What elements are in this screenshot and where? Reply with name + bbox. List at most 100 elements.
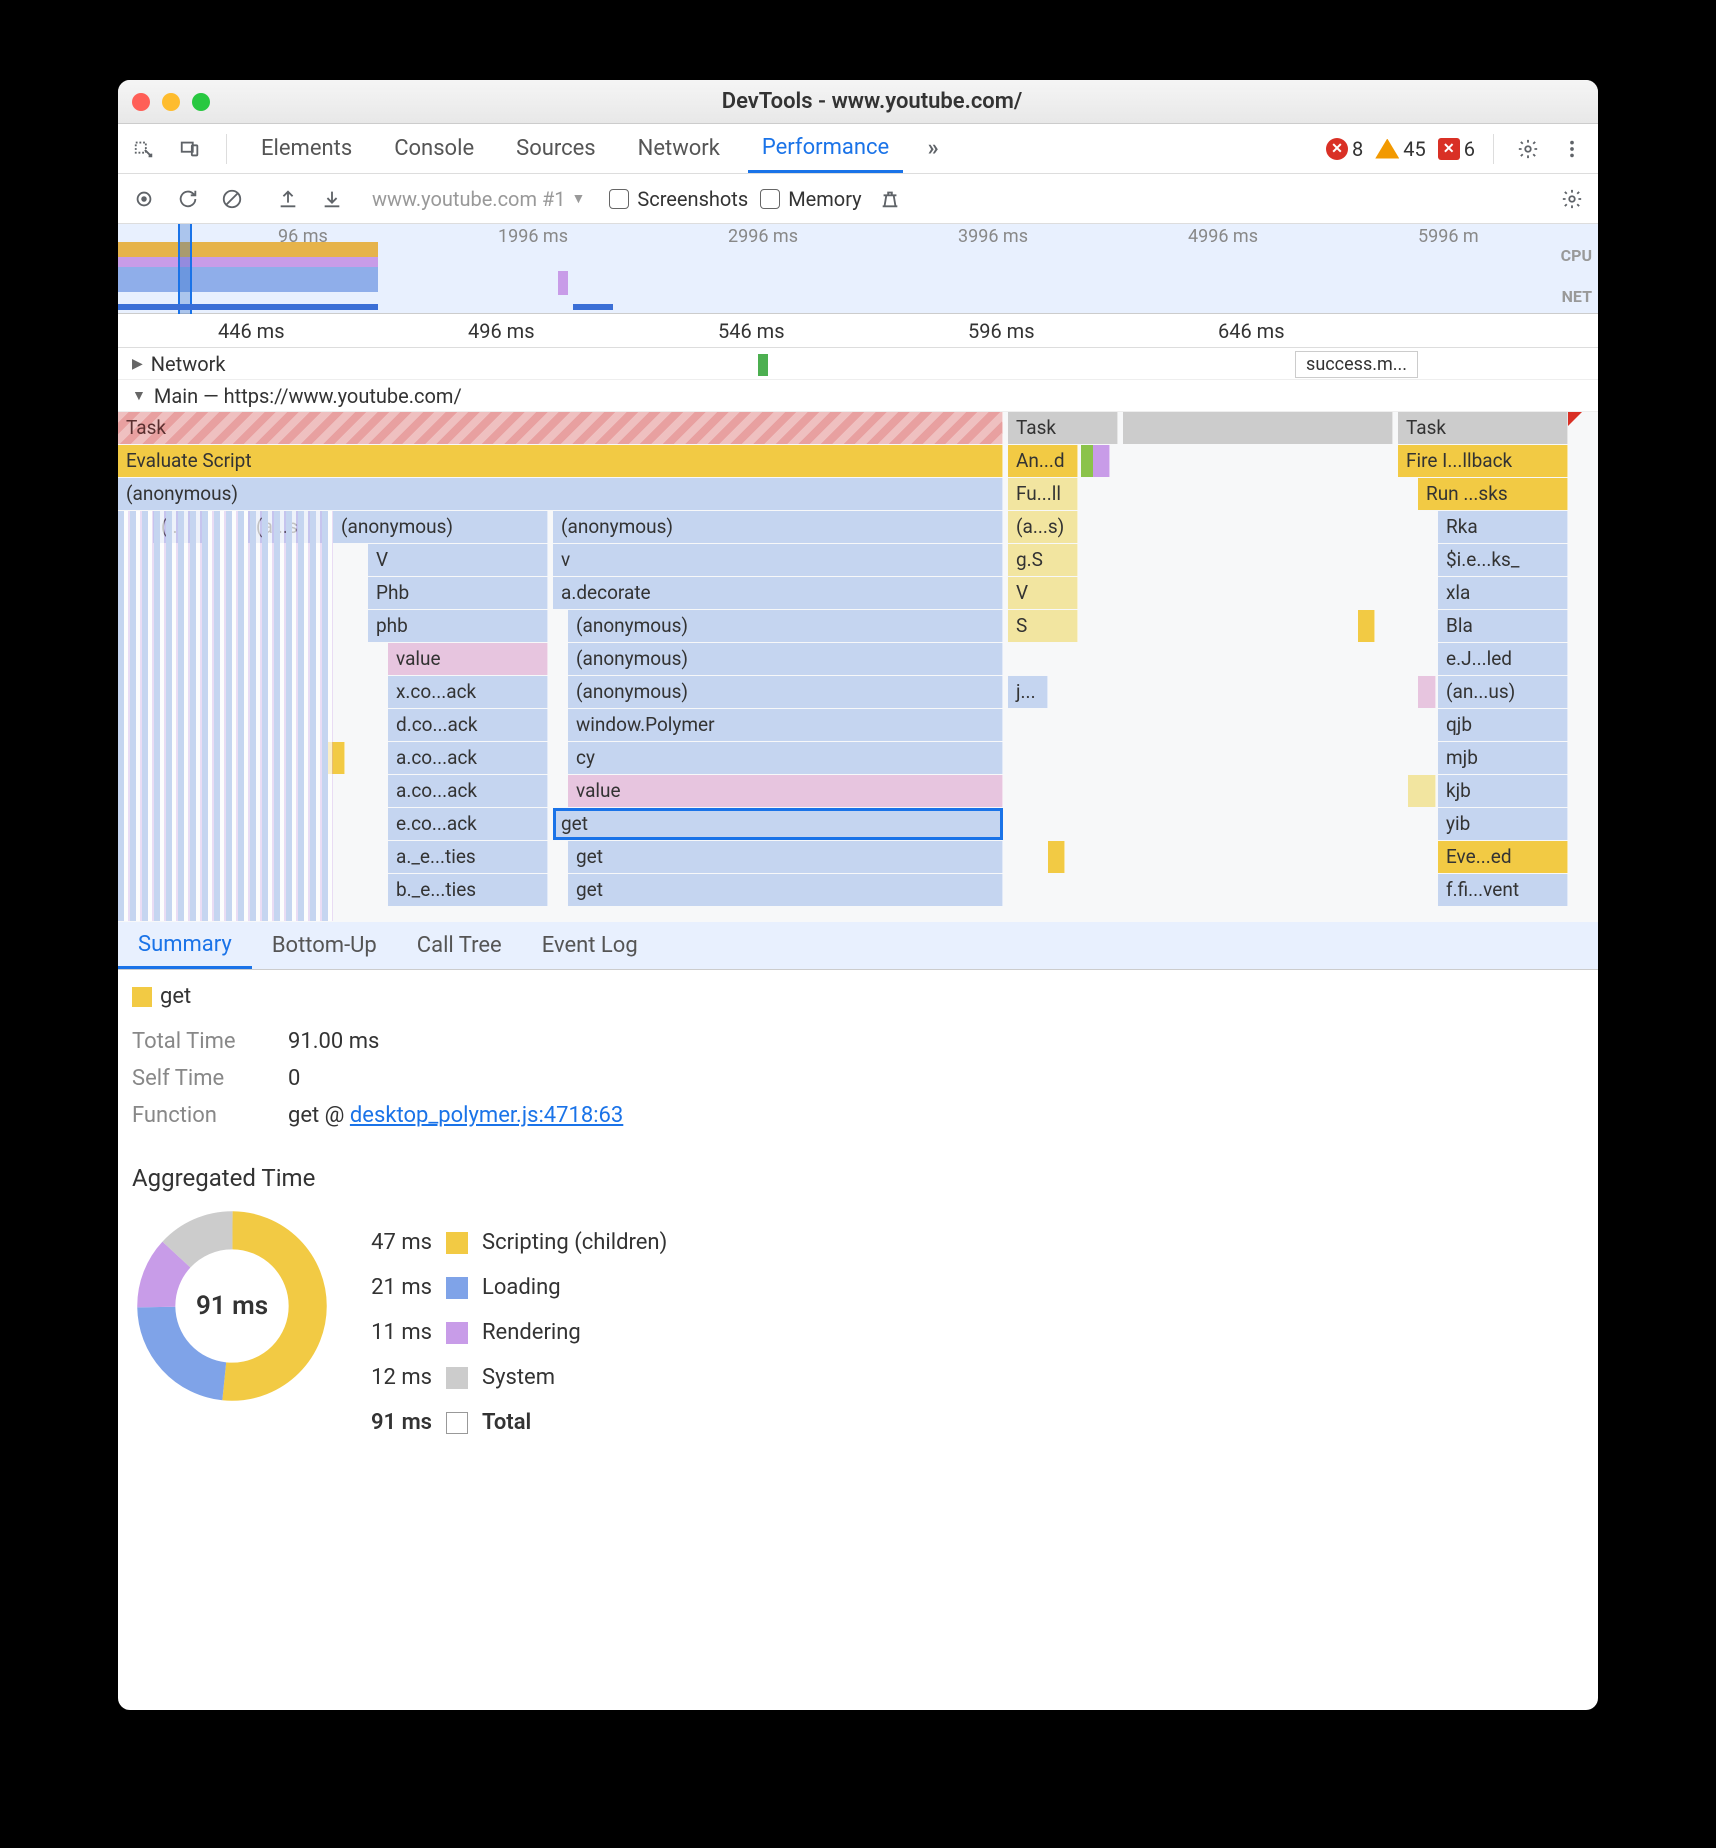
- flame-bar[interactable]: Eve...ed: [1438, 841, 1568, 873]
- source-link[interactable]: desktop_polymer.js:4718:63: [350, 1103, 623, 1128]
- flame-bar[interactable]: e.co...ack: [388, 808, 548, 840]
- flame-bar[interactable]: x.co...ack: [388, 676, 548, 708]
- flame-bar[interactable]: kjb: [1438, 775, 1568, 807]
- tab-sources[interactable]: Sources: [502, 124, 610, 173]
- time-ruler[interactable]: 446 ms 496 ms 546 ms 596 ms 646 ms: [118, 314, 1598, 348]
- flame-bar[interactable]: cy: [568, 742, 1003, 774]
- flame-chart[interactable]: Task Task Task Evaluate Script An...d Fi…: [118, 412, 1598, 922]
- error-badge[interactable]: ✕ 8: [1326, 137, 1363, 161]
- flame-task[interactable]: Task: [1008, 412, 1118, 444]
- network-track-header[interactable]: ▶ Network success.m...: [118, 348, 1598, 380]
- flame-bar[interactable]: Phb: [368, 577, 548, 609]
- flame-bar[interactable]: a.decorate: [553, 577, 1003, 609]
- legend-label: System: [482, 1365, 555, 1390]
- flame-bar[interactable]: S: [1008, 610, 1078, 642]
- flame-bar[interactable]: a.co...ack: [388, 775, 548, 807]
- screenshots-checkbox[interactable]: Screenshots: [609, 187, 748, 211]
- cpu-label: CPU: [1561, 246, 1592, 265]
- flame-bar[interactable]: (an...us): [1438, 676, 1568, 708]
- flame-bar[interactable]: b._e...ties: [388, 874, 548, 906]
- legend-time: 12 ms: [352, 1365, 432, 1390]
- tab-bottom-up[interactable]: Bottom-Up: [252, 922, 397, 969]
- main-track-header[interactable]: ▼ Main — https://www.youtube.com/: [118, 380, 1598, 412]
- tab-performance[interactable]: Performance: [748, 124, 903, 173]
- flame-bar[interactable]: j...: [1008, 676, 1048, 708]
- reload-icon[interactable]: [172, 183, 204, 215]
- network-request-marker[interactable]: success.m...: [1295, 351, 1418, 378]
- inspect-icon[interactable]: [128, 133, 160, 165]
- warning-count: 45: [1403, 137, 1425, 161]
- flame-bar[interactable]: Rka: [1438, 511, 1568, 543]
- upload-icon[interactable]: [272, 183, 304, 215]
- record-icon[interactable]: [128, 183, 160, 215]
- flame-bar[interactable]: (anonymous): [568, 610, 1003, 642]
- warning-badge[interactable]: 45: [1375, 137, 1425, 161]
- tab-console[interactable]: Console: [380, 124, 488, 173]
- clear-icon[interactable]: [216, 183, 248, 215]
- flame-bar[interactable]: Fire I...llback: [1398, 445, 1568, 477]
- flame-bar[interactable]: yib: [1438, 808, 1568, 840]
- flame-bar[interactable]: get: [568, 841, 1003, 873]
- flame-bar[interactable]: v: [553, 544, 1003, 576]
- flame-bar[interactable]: e.J...led: [1438, 643, 1568, 675]
- flame-bar[interactable]: a._e...ties: [388, 841, 548, 873]
- flame-bar[interactable]: a.co...ack: [388, 742, 548, 774]
- more-tabs-icon[interactable]: »: [917, 133, 949, 165]
- warning-icon: [1375, 139, 1399, 159]
- tab-elements[interactable]: Elements: [247, 124, 366, 173]
- flame-bar[interactable]: g.S: [1008, 544, 1078, 576]
- flame-bar[interactable]: V: [1008, 577, 1078, 609]
- flame-bar[interactable]: (anonymous): [333, 511, 548, 543]
- ruler-tick: 546 ms: [718, 319, 785, 343]
- tab-event-log[interactable]: Event Log: [522, 922, 658, 969]
- flame-bar[interactable]: (anonymous): [568, 643, 1003, 675]
- memory-checkbox[interactable]: Memory: [760, 187, 861, 211]
- flame-task[interactable]: Task: [1398, 412, 1568, 444]
- tab-network[interactable]: Network: [624, 124, 734, 173]
- overview-timeline[interactable]: 96 ms 1996 ms 2996 ms 3996 ms 4996 ms 59…: [118, 224, 1598, 314]
- close-window-icon[interactable]: [132, 93, 150, 111]
- flame-bar[interactable]: $i.e...ks_: [1438, 544, 1568, 576]
- flame-bar[interactable]: (anonymous): [118, 478, 1003, 510]
- settings-gear-icon[interactable]: [1512, 133, 1544, 165]
- flame-bar[interactable]: qjb: [1438, 709, 1568, 741]
- ruler-tick: 496 ms: [468, 319, 535, 343]
- network-track-label: Network: [151, 352, 226, 376]
- flame-bar[interactable]: (anonymous): [553, 511, 1003, 543]
- flame-bar-selected[interactable]: get: [553, 808, 1003, 840]
- flame-bar[interactable]: V: [368, 544, 548, 576]
- tab-call-tree[interactable]: Call Tree: [397, 922, 522, 969]
- flame-bar[interactable]: window.Polymer: [568, 709, 1003, 741]
- capture-settings-gear-icon[interactable]: [1556, 183, 1588, 215]
- flame-bar[interactable]: Evaluate Script: [118, 445, 1003, 477]
- flame-bar[interactable]: Fu...ll: [1008, 478, 1078, 510]
- minimize-window-icon[interactable]: [162, 93, 180, 111]
- flame-task[interactable]: Task: [118, 412, 1003, 444]
- legend-label: Total: [482, 1410, 531, 1435]
- flame-bar[interactable]: get: [568, 874, 1003, 906]
- flame-bar[interactable]: (anonymous): [568, 676, 1003, 708]
- flame-bar[interactable]: An...d: [1008, 445, 1078, 477]
- flame-bar[interactable]: d.co...ack: [388, 709, 548, 741]
- kebab-menu-icon[interactable]: [1556, 133, 1588, 165]
- device-toggle-icon[interactable]: [174, 133, 206, 165]
- legend-label: Loading: [482, 1275, 561, 1300]
- devtools-window: DevTools - www.youtube.com/ Elements Con…: [118, 80, 1598, 1710]
- maximize-window-icon[interactable]: [192, 93, 210, 111]
- flame-bar[interactable]: value: [568, 775, 1003, 807]
- flame-bar[interactable]: phb: [368, 610, 548, 642]
- flame-bar[interactable]: mjb: [1438, 742, 1568, 774]
- issues-badge[interactable]: ✕ 6: [1438, 137, 1475, 161]
- trace-selector[interactable]: www.youtube.com #1 ▼: [372, 187, 585, 211]
- tab-summary[interactable]: Summary: [118, 922, 252, 969]
- garbage-collect-icon[interactable]: [874, 183, 906, 215]
- flame-bar[interactable]: Run ...sks: [1418, 478, 1568, 510]
- legend-label: Rendering: [482, 1320, 581, 1345]
- flame-bar[interactable]: value: [388, 643, 548, 675]
- flame-bar[interactable]: Bla: [1438, 610, 1568, 642]
- donut-chart: 91 ms: [132, 1206, 332, 1406]
- download-icon[interactable]: [316, 183, 348, 215]
- flame-bar[interactable]: xla: [1438, 577, 1568, 609]
- flame-bar[interactable]: f.fi...vent: [1438, 874, 1568, 906]
- flame-bar[interactable]: (a...s): [1008, 511, 1078, 543]
